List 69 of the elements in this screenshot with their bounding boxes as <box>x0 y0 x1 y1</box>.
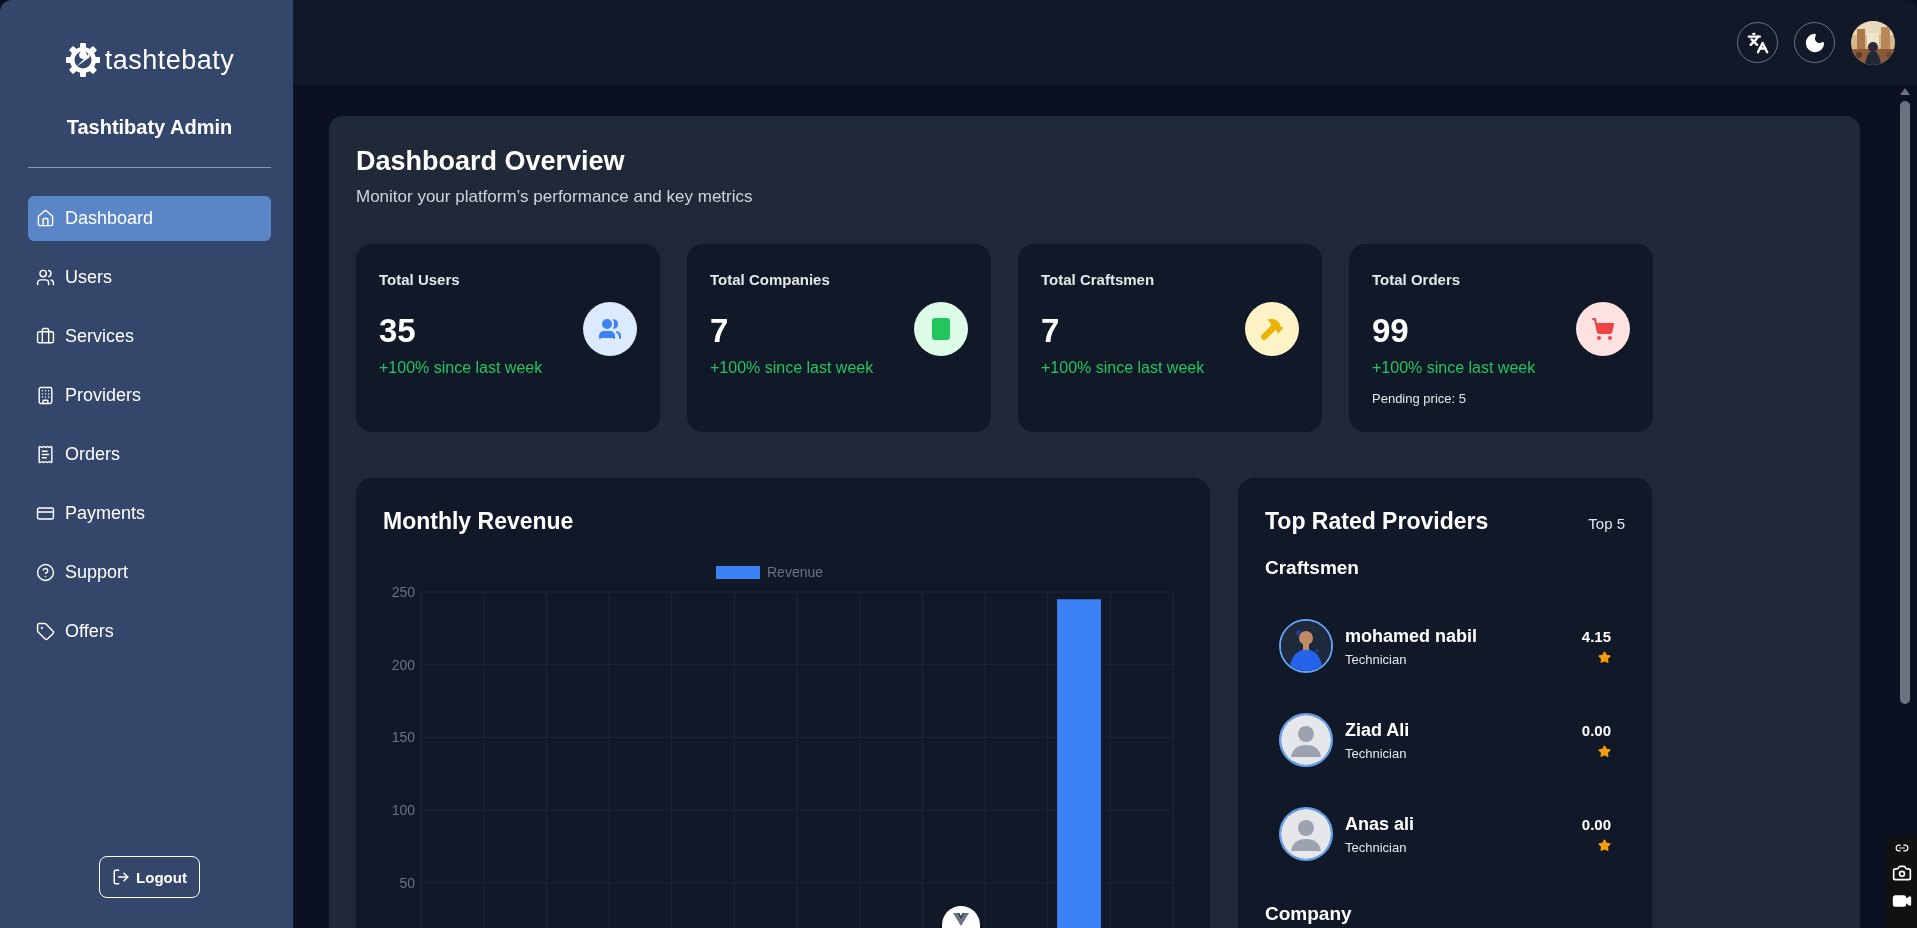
stat-label: Total Users <box>379 271 461 288</box>
sidebar-item[interactable]: Support <box>28 550 271 595</box>
star-icon <box>1598 651 1611 664</box>
help-icon <box>36 563 55 582</box>
credit-card-icon <box>36 504 55 523</box>
stat-value: 99 <box>1372 314 1410 347</box>
sidebar-title: Tashtibaty Admin <box>65 116 234 139</box>
provider-name: Anas ali <box>1345 813 1416 835</box>
sidebar-item[interactable]: Users <box>28 255 271 300</box>
hammer-icon <box>1245 302 1299 356</box>
logout-icon <box>112 868 131 886</box>
link-icon[interactable] <box>1895 841 1909 855</box>
stat-change: +100% since last week <box>1372 359 1537 377</box>
camera-icon[interactable] <box>1892 863 1912 883</box>
users-icon <box>583 302 637 356</box>
chart-legend: Revenue <box>716 564 824 580</box>
scroll-up-icon <box>1900 88 1910 95</box>
stat-label: Total Craftsmen <box>1041 271 1156 288</box>
provider-role: Technician <box>1345 839 1408 855</box>
moon-icon <box>1803 31 1826 54</box>
provider-role: Technician <box>1345 651 1408 667</box>
section-title: Company <box>1265 903 1353 925</box>
panel-title: Top Rated Providers <box>1265 508 1489 535</box>
stat-change: +100% since last week <box>379 359 544 377</box>
stat-label: Total Orders <box>1372 271 1462 288</box>
star-icon <box>1598 745 1611 758</box>
legend-label: Revenue <box>767 564 824 580</box>
sidebar-item[interactable]: Providers <box>28 373 271 418</box>
cart-icon <box>1576 302 1630 356</box>
logout-button[interactable]: Logout <box>99 856 200 898</box>
provider-name: Ziad Ali <box>1345 719 1411 741</box>
sidebar-item[interactable]: Payments <box>28 491 271 536</box>
stat-value: 35 <box>379 314 417 347</box>
axis-label: 100 <box>391 802 415 819</box>
top-count: Top 5 <box>1588 515 1625 532</box>
star-icon <box>1598 839 1611 852</box>
rating-value: 0.00 <box>1581 722 1611 739</box>
stat-change: +100% since last week <box>1041 359 1206 377</box>
axis-label: 250 <box>391 584 415 600</box>
sidebar-item[interactable]: Dashboard <box>28 196 271 241</box>
stat-value: 7 <box>710 314 730 347</box>
rating-value: 0.00 <box>1581 816 1611 833</box>
rating-value: 4.15 <box>1581 628 1611 645</box>
gear-wrench-icon <box>64 42 101 78</box>
axis-label: 50 <box>399 874 415 891</box>
provider-role: Technician <box>1345 745 1408 761</box>
briefcase-icon <box>36 327 55 346</box>
stat-change: +100% since last week <box>710 359 875 377</box>
logo-text: tashtebaty <box>104 44 235 76</box>
axis-label: 150 <box>391 729 415 746</box>
home-icon <box>36 209 55 228</box>
provider-name: mohamed nabil <box>1345 625 1479 647</box>
tag-icon <box>36 622 55 641</box>
sidebar-item[interactable]: Services <box>28 314 271 359</box>
users-icon <box>36 268 55 287</box>
section-title: Craftsmen <box>1265 557 1360 579</box>
translate-icon <box>1746 31 1769 54</box>
stat-note: Pending price: 5 <box>1372 391 1467 408</box>
stat-label: Total Companies <box>710 271 831 288</box>
v-logo-icon <box>953 913 969 926</box>
page-title: Dashboard Overview <box>356 146 626 177</box>
receipt-icon <box>36 445 55 464</box>
stat-value: 7 <box>1041 314 1061 347</box>
scrollbar-thumb[interactable] <box>1900 101 1910 704</box>
sidebar-item[interactable]: Orders <box>28 432 271 477</box>
axis-label: 200 <box>391 656 415 673</box>
page-subtitle: Monitor your platform’s performance and key metrics <box>356 187 754 207</box>
panel-title: Monthly Revenue <box>383 508 575 535</box>
sidebar-item[interactable]: Offers <box>28 609 271 654</box>
